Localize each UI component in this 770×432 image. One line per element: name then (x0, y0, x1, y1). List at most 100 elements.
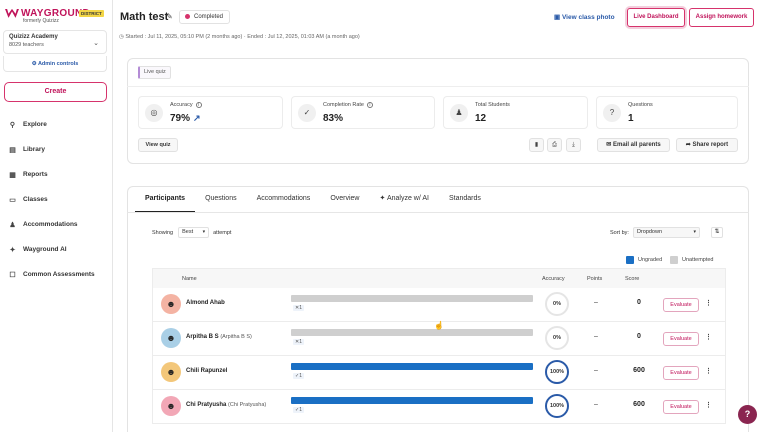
sidebar-item-classes[interactable]: ▭ Classes (8, 187, 95, 212)
wayground-logo[interactable]: WAYGROUND formerly Quizizz DISTRICT (5, 8, 104, 28)
sidebar-item-label: Wayground AI (23, 246, 67, 253)
camera-icon: ▣ (554, 14, 562, 21)
dates-text: Started : Jul 11, 2025, 05:10 PM (2 mont… (125, 34, 360, 40)
avatar: ☻ (161, 396, 181, 416)
attempt-select[interactable]: Best ▾ (178, 227, 210, 238)
stat-completion-rate: ✓ Completion Rate i 83% (291, 96, 435, 129)
evaluate-button[interactable]: Evaluate (663, 298, 699, 312)
view-quiz-button[interactable]: View quiz (138, 138, 178, 152)
stat-label: Accuracy (170, 102, 193, 108)
sidebar-item-label: Explore (23, 121, 47, 128)
live-dashboard-button[interactable]: Live Dashboard (627, 8, 685, 27)
avatar: ☻ (161, 294, 181, 314)
attempt-count: ✓1 (293, 407, 304, 413)
attempt-count-value: 1 (299, 339, 302, 345)
share-report-button[interactable]: ➦ Share report (676, 138, 738, 152)
attempt-count: ✕1 (293, 339, 304, 345)
view-class-photo-link[interactable]: ▣ View class photo (554, 13, 615, 21)
accuracy-ring: 100% (545, 360, 569, 384)
mouse-cursor-icon: ☝ (434, 321, 444, 330)
stat-value: 12 (475, 113, 487, 124)
print-button[interactable]: ⎙ (547, 138, 562, 152)
accuracy-ring: 0% (545, 292, 569, 316)
tab-overview[interactable]: Overview (320, 186, 369, 212)
stat-accuracy: ◎ Accuracy i 79% ↗ (138, 96, 283, 129)
sidebar-item-label: Accommodations (23, 221, 78, 228)
status-dot-icon (185, 13, 190, 19)
question-icon: ? (603, 104, 621, 122)
response-bar[interactable] (291, 363, 533, 370)
stat-value: 79% (170, 113, 191, 124)
sidebar-item-library[interactable]: ▤ Library (8, 137, 95, 162)
score-value: 600 (633, 401, 645, 408)
target-icon: ◎ (145, 104, 163, 122)
attempt-label: attempt (213, 229, 232, 236)
more-options-icon[interactable]: ⋮ (705, 299, 712, 307)
tab-participants[interactable]: Participants (135, 186, 196, 213)
evaluate-button[interactable]: Evaluate (663, 400, 699, 414)
stat-total-students: ♟ Total Students 12 (443, 96, 588, 129)
table-row[interactable]: ☻ Chi Pratyusha (Chi Pratyusha) ✓1 100% … (152, 390, 726, 424)
sidebar-item-reports[interactable]: ▦ Reports (8, 162, 95, 187)
score-value: 0 (637, 333, 641, 340)
more-options-icon[interactable]: ⋮ (705, 367, 712, 375)
response-bar[interactable] (291, 295, 533, 302)
trash-icon: ▮ (534, 142, 539, 148)
tab-accommodations[interactable]: Accommodations (247, 186, 321, 212)
edit-icon[interactable]: ✎ (166, 12, 173, 21)
column-score: Score (625, 276, 640, 282)
table-row[interactable]: ☻ Almond Ahab ✕1 0% – 0 Evaluate ⋮ (152, 288, 726, 322)
score-value: 0 (637, 299, 641, 306)
download-button[interactable]: ⤓ (566, 138, 581, 152)
assign-homework-button[interactable]: Assign homework (689, 8, 754, 27)
response-bar[interactable] (291, 397, 533, 404)
org-switcher[interactable]: Quizizz Academy 8029 teachers ⌄ (3, 30, 107, 54)
share-icon: ➦ (685, 142, 693, 148)
more-options-icon[interactable]: ⋮ (705, 401, 712, 409)
tab-questions[interactable]: Questions (195, 186, 247, 212)
evaluate-button[interactable]: Evaluate (663, 366, 699, 380)
caret-down-icon: ▾ (693, 229, 696, 235)
library-icon: ▤ (9, 146, 16, 154)
reports-icon: ▦ (9, 171, 16, 179)
sort-order-button[interactable]: ⇅ (711, 227, 723, 238)
sidebar-item-common-assessments[interactable]: ☐ Common Assessments (8, 262, 94, 287)
chevron-down-icon: ⌄ (93, 40, 99, 47)
sidebar-item-accommodations[interactable]: ♟ Accommodations (8, 212, 95, 237)
sidebar-item-explore[interactable]: ⚲ Explore (8, 112, 95, 137)
live-quiz-tag: Live quiz (138, 66, 171, 79)
attempt-count-value: 1 (299, 407, 302, 413)
wayground-logo-icon (5, 8, 19, 18)
info-icon[interactable]: i (366, 102, 373, 108)
email-all-parents-button[interactable]: ✉ Email all parents (597, 138, 670, 152)
org-name: Quizizz Academy (9, 34, 58, 40)
tab-analyze-ai[interactable]: ✦ Analyze w/ AI (370, 186, 439, 212)
accommodations-icon: ♟ (9, 221, 16, 229)
create-button[interactable]: Create (4, 82, 107, 102)
sidebar: WAYGROUND formerly Quizizz DISTRICT Quiz… (0, 0, 113, 432)
column-name: Name (182, 276, 197, 282)
admin-controls-link[interactable]: ⚙ Admin controls (3, 56, 107, 72)
delete-button[interactable]: ▮ (529, 138, 544, 152)
help-button[interactable]: ? (738, 405, 757, 424)
sort-select[interactable]: Dropdown ▾ (632, 227, 700, 238)
view-class-photo-label: View class photo (561, 14, 615, 21)
unattempted-swatch (670, 256, 678, 264)
sort-value: Dropdown (636, 229, 663, 235)
more-options-icon[interactable]: ⋮ (705, 333, 712, 341)
printer-icon: ⎙ (552, 142, 557, 148)
sidebar-nav: ⚲ Explore ▤ Library ▦ Reports ▭ Classes ♟ Acc… (8, 112, 95, 287)
attempt-count-value: 1 (299, 305, 302, 311)
evaluate-button[interactable]: Evaluate (663, 332, 699, 346)
caret-down-icon: ▾ (202, 229, 206, 235)
points-value: – (594, 333, 598, 340)
tab-standards[interactable]: Standards (439, 186, 491, 212)
download-icon: ⤓ (572, 142, 575, 148)
share-label: Share report (692, 142, 729, 148)
response-bar[interactable] (291, 329, 533, 336)
assessments-icon: ☐ (9, 271, 16, 279)
divider (127, 86, 749, 87)
sidebar-item-wayground-ai[interactable]: ✦ Wayground AI (8, 237, 95, 262)
table-row[interactable]: ☻ Chili Rapunzel ✓1 100% – 600 Evaluate … (152, 356, 726, 390)
info-icon[interactable]: i (195, 102, 202, 108)
